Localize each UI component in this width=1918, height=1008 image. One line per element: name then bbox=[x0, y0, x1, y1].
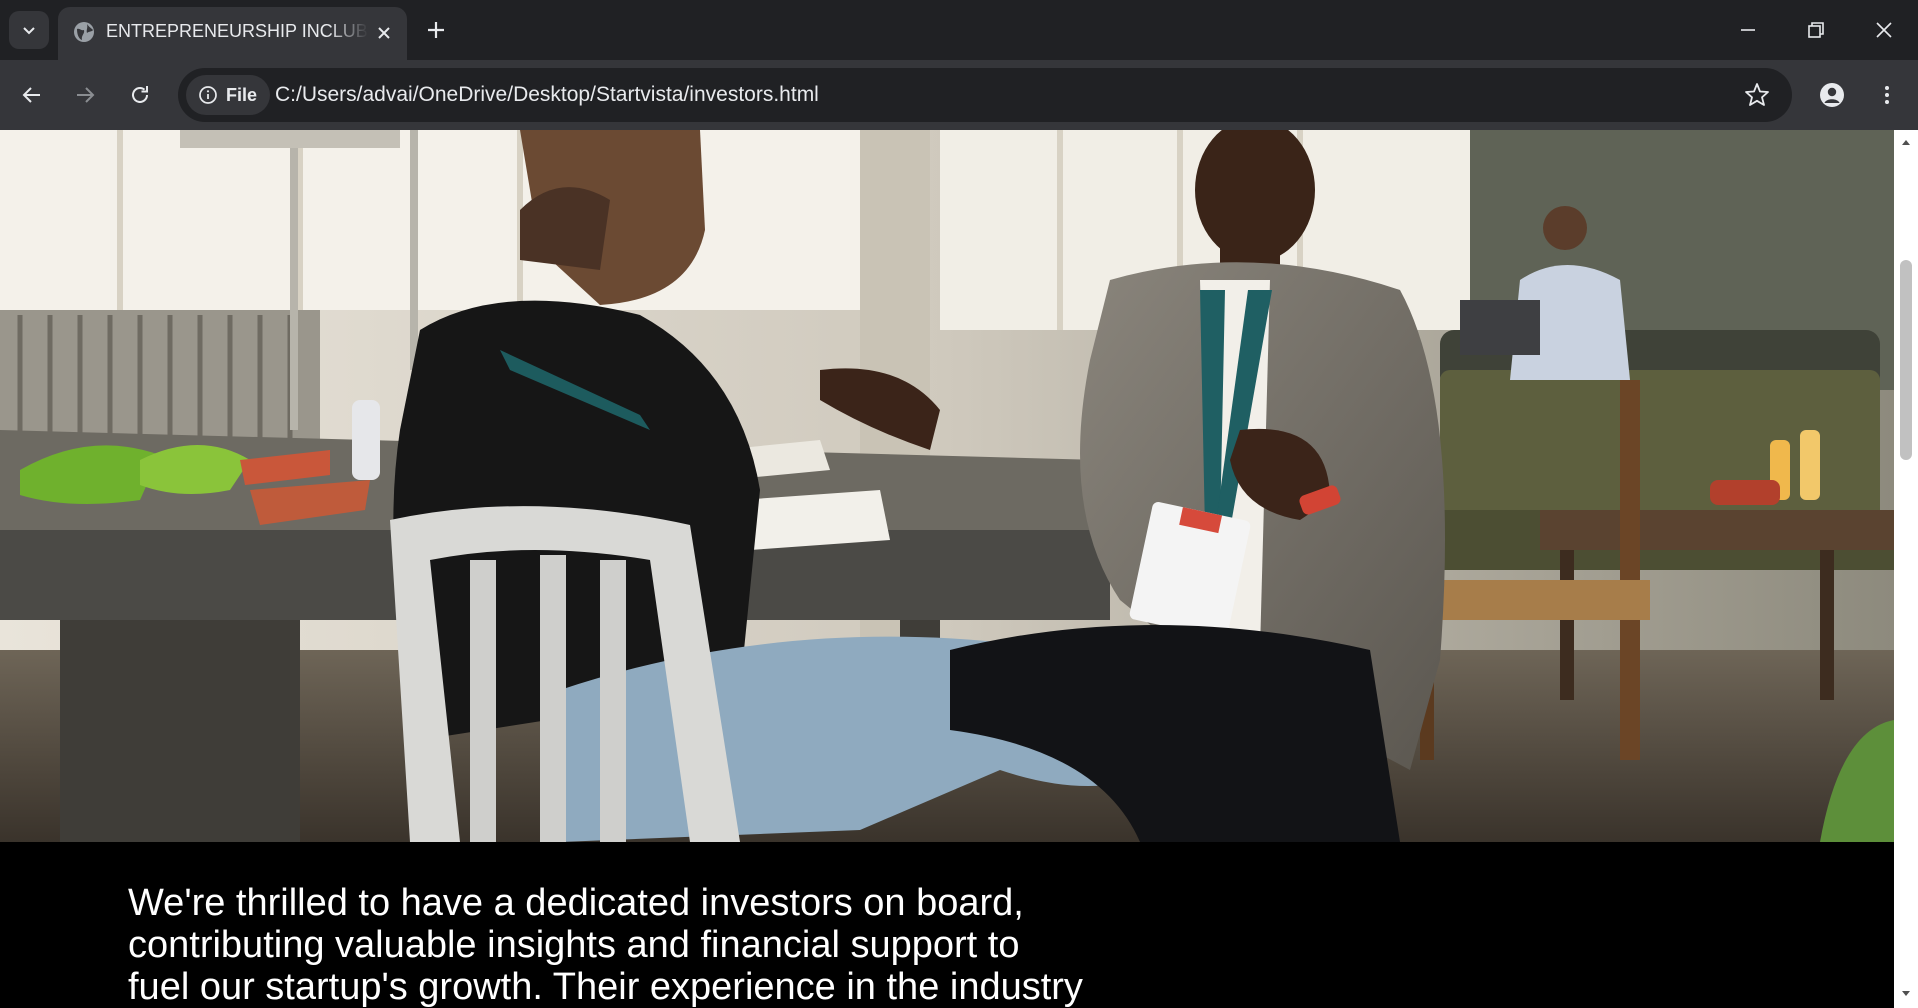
globe-icon bbox=[74, 22, 94, 42]
arrow-right-icon bbox=[77, 87, 95, 103]
close-window-button[interactable] bbox=[1850, 0, 1918, 60]
site-info-chip[interactable]: File bbox=[186, 75, 270, 115]
arrow-left-icon bbox=[22, 87, 40, 103]
star-icon[interactable] bbox=[1743, 81, 1771, 109]
tab-title: ENTREPRENEURSHIP INCLUBLAB bbox=[106, 21, 368, 41]
page-viewport: We're thrilled to have a dedicated inves… bbox=[0, 130, 1918, 1008]
address-bar[interactable]: File C:/Users/advai/OneDrive/Desktop/Sta… bbox=[178, 68, 1792, 122]
plus-icon[interactable] bbox=[423, 17, 449, 43]
browser-toolbar: File C:/Users/advai/OneDrive/Desktop/Sta… bbox=[0, 60, 1918, 130]
profile-button[interactable] bbox=[1817, 80, 1847, 110]
back-button[interactable] bbox=[17, 80, 47, 110]
minimize-icon bbox=[1741, 29, 1755, 31]
info-icon bbox=[199, 86, 217, 104]
scroll-down-arrow-icon[interactable] bbox=[1894, 986, 1918, 1002]
reload-button[interactable] bbox=[125, 80, 155, 110]
browser-tab[interactable]: ENTREPRENEURSHIP INCLUBLAB bbox=[58, 7, 407, 60]
profile-icon bbox=[1820, 83, 1844, 107]
forward-button[interactable] bbox=[70, 80, 100, 110]
tab-strip: ENTREPRENEURSHIP INCLUBLAB bbox=[0, 0, 1918, 60]
url-text[interactable]: C:/Users/advai/OneDrive/Desktop/Startvis… bbox=[275, 68, 819, 122]
scroll-up-arrow-icon[interactable] bbox=[1894, 134, 1918, 150]
site-chip-label: File bbox=[226, 85, 258, 105]
reload-icon bbox=[132, 86, 148, 103]
restore-button[interactable] bbox=[1782, 0, 1850, 60]
kebab-menu-icon bbox=[1885, 86, 1889, 104]
vertical-scrollbar[interactable] bbox=[1894, 130, 1918, 1008]
hero-photo bbox=[0, 130, 1894, 842]
close-icon bbox=[1876, 22, 1892, 38]
menu-button[interactable] bbox=[1872, 80, 1902, 110]
close-icon[interactable] bbox=[372, 21, 396, 45]
chevron-down-icon bbox=[23, 27, 35, 35]
restore-icon bbox=[1808, 22, 1824, 38]
intro-text: We're thrilled to have a dedicated inves… bbox=[128, 882, 1083, 1008]
hero-image bbox=[0, 130, 1894, 842]
tab-search-button[interactable] bbox=[9, 11, 49, 49]
scrollbar-thumb[interactable] bbox=[1900, 260, 1912, 460]
minimize-button[interactable] bbox=[1714, 0, 1782, 60]
